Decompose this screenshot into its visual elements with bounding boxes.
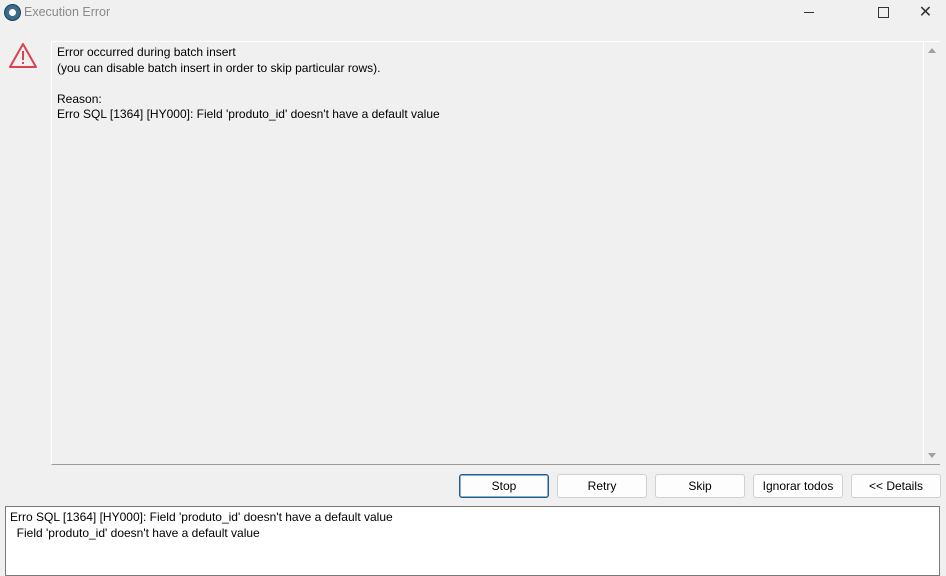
warning-triangle-icon <box>9 43 37 68</box>
stop-button[interactable]: Stop <box>459 474 549 498</box>
skip-button[interactable]: Skip <box>655 474 745 498</box>
message-line-blank <box>57 76 440 92</box>
maximize-button[interactable] <box>860 0 906 24</box>
retry-button[interactable]: Retry <box>557 474 647 498</box>
minimize-icon <box>804 11 814 13</box>
error-message-panel: Error occurred during batch insert (you c… <box>51 41 940 465</box>
close-button[interactable]: ✕ <box>905 0 946 24</box>
details-line: Erro SQL [1364] [HY000]: Field 'produto_… <box>10 510 393 524</box>
ignore-all-button[interactable]: Ignorar todos <box>753 474 843 498</box>
message-line: Erro SQL [1364] [HY000]: Field 'produto_… <box>57 107 440 121</box>
window-title: Execution Error <box>24 5 111 19</box>
minimize-button[interactable] <box>786 0 832 24</box>
vertical-scrollbar[interactable] <box>923 42 940 464</box>
details-textarea[interactable]: Erro SQL [1364] [HY000]: Field 'produto_… <box>5 506 940 576</box>
scroll-down-icon[interactable] <box>928 453 936 458</box>
app-icon <box>4 4 21 21</box>
title-bar: Execution Error ✕ <box>0 0 946 24</box>
message-line: Error occurred during batch insert <box>57 45 236 59</box>
maximize-icon <box>877 6 889 18</box>
close-icon: ✕ <box>918 4 933 21</box>
message-line: Reason: <box>57 91 102 106</box>
details-toggle-button[interactable]: << Details <box>851 474 941 498</box>
scroll-up-icon[interactable] <box>928 48 936 53</box>
details-line: Field 'produto_id' doesn't have a defaul… <box>10 525 260 540</box>
error-message-text: Error occurred during batch insert (you c… <box>57 45 440 123</box>
message-line: (you can disable batch insert in order t… <box>57 60 381 75</box>
